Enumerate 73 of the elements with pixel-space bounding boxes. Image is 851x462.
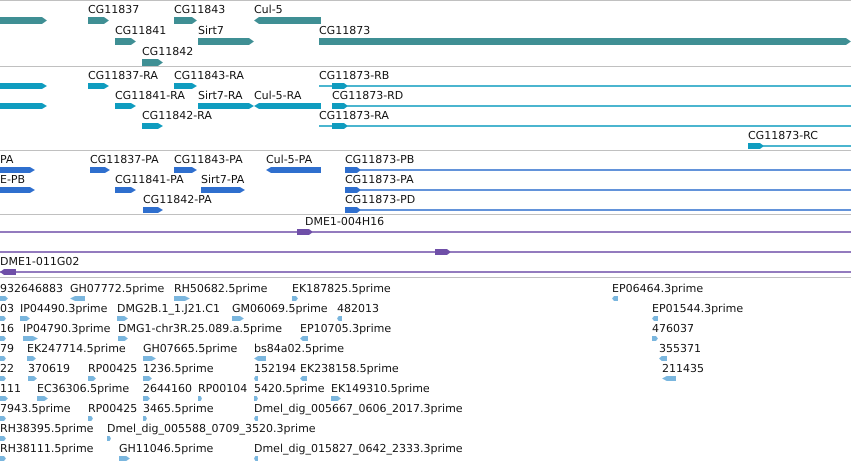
feature-label: CG11873-PB bbox=[345, 153, 414, 166]
feature-label: CG11837-RA bbox=[88, 69, 158, 82]
feature-label: CG11841-RA bbox=[115, 89, 185, 102]
feature-label: Sirt7-RA bbox=[198, 89, 243, 102]
feature-label: CG11873-RA bbox=[319, 109, 389, 122]
feature-label: 3465.5prime bbox=[143, 402, 214, 415]
feature-label: Cul-5-RA bbox=[254, 89, 302, 102]
feature-label: DME1-004H16 bbox=[305, 215, 384, 228]
feature-label: RP00104 bbox=[198, 382, 248, 395]
feature-label: E-PB bbox=[0, 173, 26, 186]
feature-label: 370619 bbox=[28, 362, 70, 375]
feature-label: Sirt7-PA bbox=[201, 173, 244, 186]
feature-label: 355371 bbox=[659, 342, 701, 355]
feature-label: IP04790.3prime bbox=[23, 322, 110, 335]
feature-label: CG11841 bbox=[115, 24, 166, 37]
feature-label: CG11843 bbox=[174, 3, 226, 16]
feature-label: CG11873 bbox=[319, 24, 370, 37]
feature-label: CG11841-PA bbox=[115, 173, 184, 186]
feature-label: PA bbox=[0, 153, 14, 166]
feature-label: 932646883 bbox=[0, 282, 63, 295]
feature-label: 2644160 bbox=[143, 382, 192, 395]
feature-label: EC36306.5prime bbox=[37, 382, 130, 395]
feature-label: CG11843-RA bbox=[174, 69, 244, 82]
feature-label: GH07772.5prime bbox=[70, 282, 164, 295]
feature-label: CG11837-PA bbox=[90, 153, 159, 166]
feature-label: 152194 bbox=[254, 362, 296, 375]
feature-label: 03 bbox=[0, 302, 14, 315]
feature-label: DME1-011G02 bbox=[0, 255, 80, 268]
feature-label: EK247714.5prime bbox=[27, 342, 126, 355]
feature-label: CG11873-PD bbox=[345, 193, 416, 206]
feature-label: 5420.5prime bbox=[254, 382, 325, 395]
feature-label: RH38395.5prime bbox=[0, 422, 94, 435]
feature-label: 476037 bbox=[652, 322, 694, 335]
feature-label: EP01544.3prime bbox=[652, 302, 744, 315]
feature-label: CG11873-RB bbox=[319, 69, 390, 82]
feature-label: EP10705.3prime bbox=[300, 322, 392, 335]
feature-label: CG11873-RC bbox=[748, 129, 818, 142]
feature-label: Dmel_dig_015827_0642_2333.3prime bbox=[254, 442, 463, 455]
feature-label: CG11873-RD bbox=[332, 89, 404, 102]
feature-label: 7943.5prime bbox=[0, 402, 71, 415]
feature-label: Dmel_dig_005667_0606_2017.3prime bbox=[254, 402, 463, 415]
feature-label: RP00425 bbox=[88, 402, 138, 415]
feature-label: Cul-5-PA bbox=[266, 153, 312, 166]
feature-label: CG11843-PA bbox=[174, 153, 243, 166]
feature-label: EK238158.5prime bbox=[300, 362, 399, 375]
feature-label: 22 bbox=[0, 362, 14, 375]
feature-label: RH50682.5prime bbox=[174, 282, 268, 295]
feature-label: CG11873-PA bbox=[345, 173, 414, 186]
feature-label: 111 bbox=[0, 382, 21, 395]
feature-label: RH38111.5prime bbox=[0, 442, 94, 455]
feature-label: EK149310.5prime bbox=[331, 382, 430, 395]
feature-label: EK187825.5prime bbox=[292, 282, 391, 295]
feature-label: DMG2B.1_1.J21.C1 bbox=[117, 302, 220, 315]
feature-label: CG11842-RA bbox=[142, 109, 212, 122]
feature-label: CG11842 bbox=[142, 45, 194, 58]
feature-label: IP04490.3prime bbox=[20, 302, 108, 315]
feature-label: 211435 bbox=[662, 362, 704, 375]
feature-label: RP00425 bbox=[88, 362, 138, 375]
feature-label: 79 bbox=[0, 342, 14, 355]
feature-label: GM06069.5prime bbox=[232, 302, 328, 315]
feature-label: 1236.5prime bbox=[143, 362, 214, 375]
feature-label: 16 bbox=[0, 322, 14, 335]
feature-label: Cul-5 bbox=[254, 3, 283, 16]
feature-label: CG11842-PA bbox=[143, 193, 212, 206]
feature-label: Sirt7 bbox=[198, 24, 224, 37]
feature-label: bs84a02.5prime bbox=[254, 342, 344, 355]
feature-label: Dmel_dig_005588_0709_3520.3prime bbox=[107, 422, 316, 435]
feature-label: EP06464.3prime bbox=[612, 282, 704, 295]
feature-label: CG11837 bbox=[88, 3, 140, 16]
feature-label: DMG1-chr3R.25.089.a.5prime bbox=[118, 322, 282, 335]
feature-label: GH11046.5prime bbox=[119, 442, 214, 455]
feature-label: 482013 bbox=[337, 302, 379, 315]
feature-label: GH07665.5prime bbox=[143, 342, 238, 355]
